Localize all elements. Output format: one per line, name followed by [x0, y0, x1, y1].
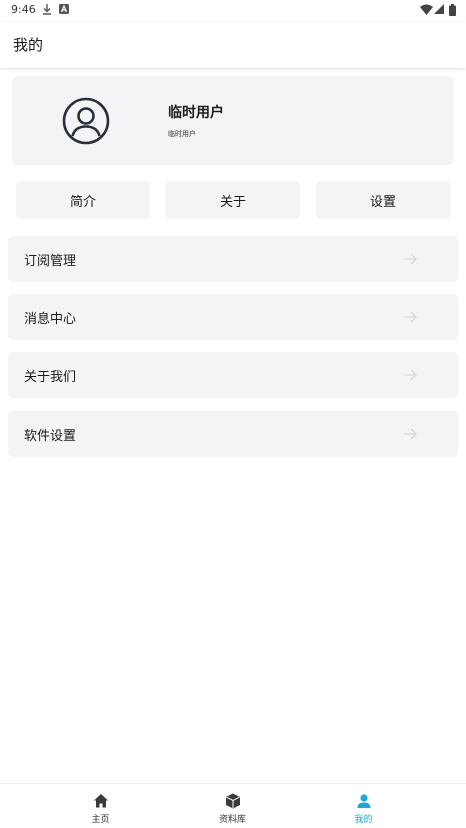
status-time: 9:46 [11, 3, 36, 16]
settings-button[interactable]: 设置 [316, 181, 450, 219]
nav-label-mine: 我的 [354, 815, 373, 825]
nav-item-mine[interactable]: 我的 [286, 784, 441, 828]
app-bar: 我的 [0, 22, 466, 68]
arrow-right-icon [404, 369, 417, 381]
about-button[interactable]: 关于 [166, 181, 300, 219]
arrow-right-icon [404, 428, 417, 440]
menu-item-about-us[interactable]: 关于我们 [8, 352, 458, 398]
person-icon [357, 794, 370, 808]
user-subtitle: 临时用户 [168, 130, 196, 138]
user-circle-icon [62, 97, 110, 145]
menu-item-label: 关于我们 [24, 370, 77, 385]
arrow-right-icon [404, 311, 417, 323]
menu-item-subscriptions[interactable]: 订阅管理 [8, 236, 458, 282]
intro-button[interactable]: 简介 [16, 181, 150, 219]
menu-item-app-settings[interactable]: 软件设置 [8, 411, 458, 457]
status-bar: 9:46 [0, 0, 466, 22]
user-name: 临时用户 [168, 105, 224, 121]
page-title: 我的 [13, 36, 44, 54]
menu-item-messages[interactable]: 消息中心 [8, 294, 458, 340]
arrow-right-icon [404, 253, 417, 265]
signal-icon [434, 4, 444, 14]
menu-item-label: 订阅管理 [24, 254, 77, 269]
profile-card[interactable]: 临时用户 临时用户 [12, 76, 454, 165]
download-icon [43, 4, 51, 15]
a-icon [59, 4, 69, 14]
home-icon [93, 794, 108, 808]
wifi-icon [420, 4, 433, 15]
menu-item-label: 软件设置 [24, 429, 77, 444]
battery-icon [449, 4, 456, 16]
menu-item-label: 消息中心 [24, 312, 77, 327]
box-icon [225, 793, 240, 809]
bottom-nav: 主页 资料库 我的 [0, 783, 466, 828]
